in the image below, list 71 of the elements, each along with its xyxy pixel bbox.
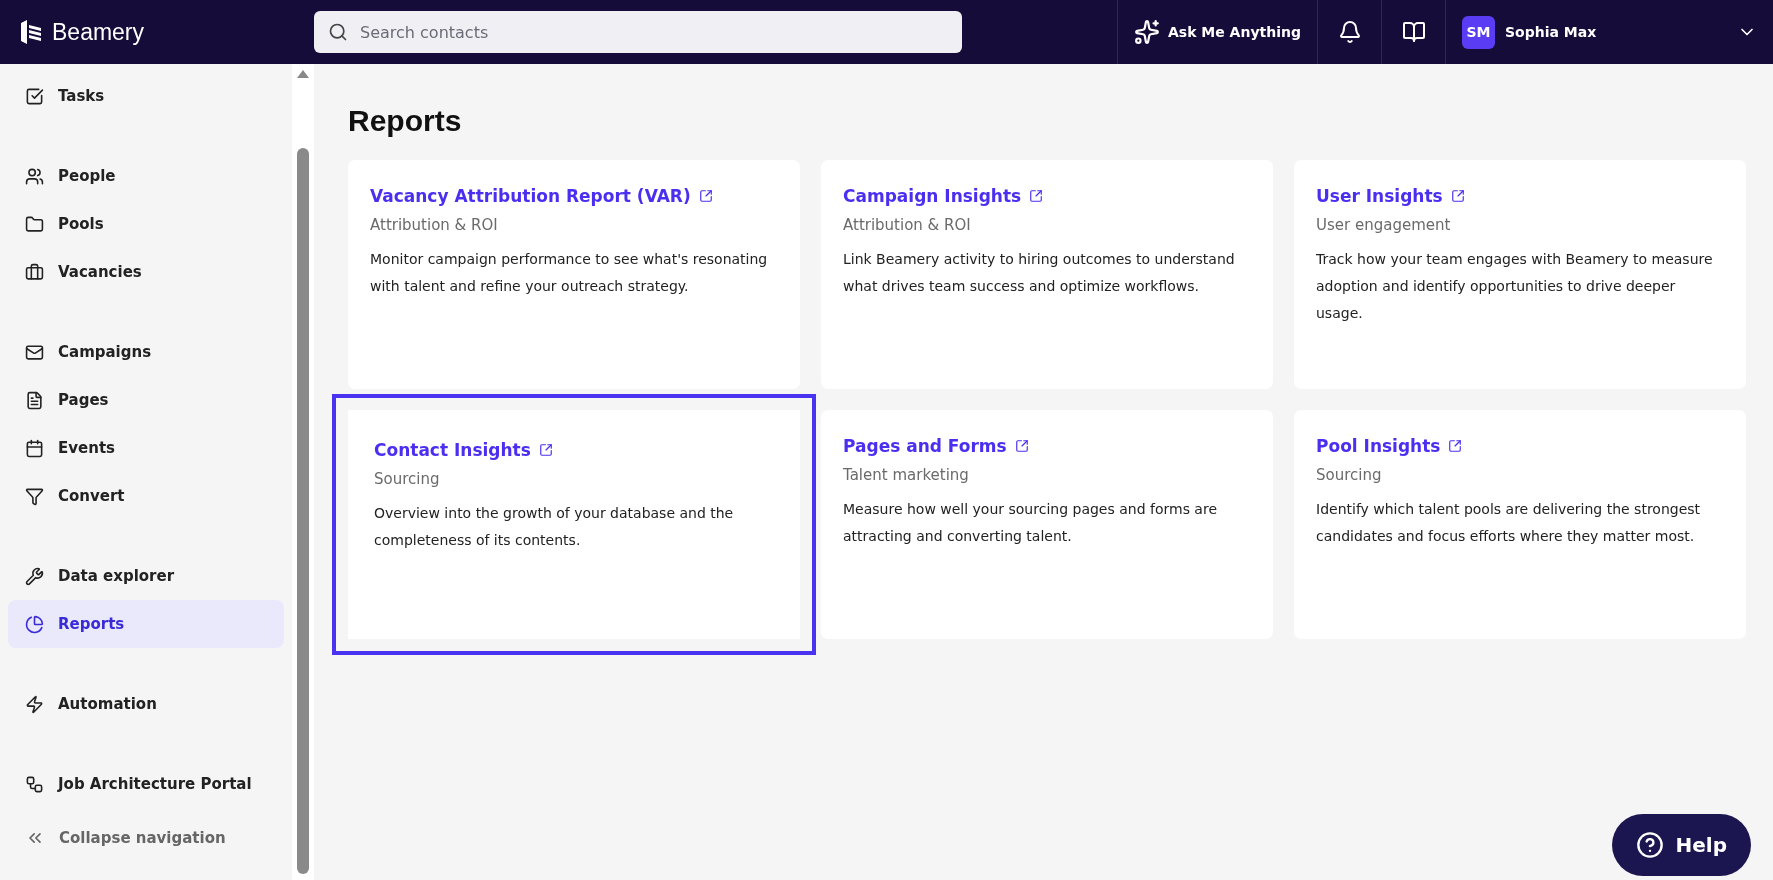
report-category: Attribution & ROI bbox=[370, 216, 499, 234]
search-field[interactable]: Search contacts bbox=[314, 11, 962, 53]
report-title: Vacancy Attribution Report (VAR) bbox=[370, 186, 713, 206]
report-description: Track how your team engages with Beamery to measure adoption and identify opportunities to drive deeper usage. bbox=[1316, 250, 1714, 323]
report-card[interactable]: Pages and Forms Talent marketing Measure how well your sourcing pages and forms are attracting and converting talent. bbox=[821, 410, 1273, 639]
nav-item[interactable]: Convert bbox=[8, 472, 284, 520]
nav-icon bbox=[25, 214, 44, 234]
report-title: Campaign Insights bbox=[843, 186, 1044, 206]
nav-icon bbox=[25, 342, 44, 362]
nav-item[interactable]: People bbox=[8, 152, 284, 200]
scroll-up-icon bbox=[297, 70, 309, 78]
report-card[interactable]: Vacancy Attribution Report (VAR) Attribution & ROI Monitor campaign performance to see what's resonating with talent and refine your outreach strategy. bbox=[348, 160, 800, 389]
logo-icon bbox=[18, 19, 44, 45]
nav-icon bbox=[25, 774, 44, 794]
report-category: Attribution & ROI bbox=[843, 216, 972, 234]
nav-item[interactable]: Pools bbox=[8, 200, 284, 248]
report-card[interactable]: Pool Insights Sourcing Identify which talent pools are delivering the strongest candidates and focus efforts where they matter most. bbox=[1294, 410, 1746, 639]
help-button[interactable]: Help bbox=[1611, 814, 1751, 876]
report-card[interactable]: User Insights User engagement Track how your team engages with Beamery to measure adoption and identify opportunities to drive deeper usage. bbox=[1294, 160, 1746, 389]
report-description: Monitor campaign performance to see what's resonating with talent and refine your outreach strategy. bbox=[370, 250, 769, 296]
report-description: Measure how well your sourcing pages and forms are attracting and converting talent. bbox=[843, 500, 1218, 546]
report-card[interactable]: Contact Insights Sourcing Overview into the growth of your database and the completeness of its contents. bbox=[332, 394, 816, 655]
report-category: Sourcing bbox=[374, 470, 441, 488]
bell-icon bbox=[1337, 20, 1362, 44]
external-link-icon bbox=[1450, 189, 1465, 203]
report-title: User Insights bbox=[1316, 186, 1465, 206]
nav-icon bbox=[25, 166, 44, 186]
report-category: Sourcing bbox=[1316, 466, 1383, 484]
user-menu[interactable]: SM Sophia Max bbox=[1445, 0, 1773, 64]
sparkle-icon bbox=[1133, 19, 1160, 45]
nav-item[interactable]: Job Architecture Portal bbox=[8, 760, 284, 808]
search-input[interactable]: Search contacts bbox=[358, 21, 948, 43]
external-link-icon bbox=[1014, 439, 1029, 453]
search-icon bbox=[328, 22, 348, 42]
ask-button[interactable]: Ask Me Anything bbox=[1116, 0, 1317, 64]
report-title: Pages and Forms bbox=[843, 436, 1029, 456]
nav-item[interactable]: Events bbox=[8, 424, 284, 472]
nav-icon bbox=[25, 438, 44, 458]
external-link-icon bbox=[1448, 439, 1463, 453]
nav-item[interactable]: Data explorer bbox=[8, 552, 284, 600]
nav-icon bbox=[25, 390, 44, 410]
report-title: Pool Insights bbox=[1316, 436, 1463, 456]
page-title: Reports bbox=[348, 104, 463, 138]
book-icon bbox=[1401, 20, 1426, 44]
report-description: Identify which talent pools are delivering the strongest candidates and focus efforts where they matter most. bbox=[1316, 500, 1702, 546]
user-name: Sophia Max bbox=[1505, 24, 1598, 40]
nav-icon bbox=[25, 566, 44, 586]
nav-item[interactable]: Vacancies bbox=[8, 248, 284, 296]
nav-icon bbox=[25, 262, 44, 282]
nav-icon bbox=[25, 86, 44, 106]
external-link-icon bbox=[698, 189, 713, 203]
brand-name: Beamery bbox=[52, 18, 145, 46]
report-card[interactable]: Campaign Insights Attribution & ROI Link Beamery activity to hiring outcomes to understand what drives team success and optimize workflows. bbox=[821, 160, 1273, 389]
nav-item[interactable]: Campaigns bbox=[8, 328, 284, 376]
external-link-icon bbox=[1029, 189, 1044, 203]
nav-item[interactable]: Reports bbox=[8, 600, 284, 648]
nav-item[interactable]: Tasks bbox=[8, 72, 284, 120]
nav-icon bbox=[25, 694, 44, 714]
report-category: User engagement bbox=[1316, 216, 1452, 234]
nav-icon bbox=[25, 614, 44, 634]
help-icon bbox=[1635, 831, 1664, 859]
user-avatar: SM bbox=[1462, 15, 1495, 49]
report-description: Overview into the growth of your database and the completeness of its contents. bbox=[374, 504, 735, 550]
external-link-icon bbox=[538, 443, 553, 457]
nav-item[interactable]: Pages bbox=[8, 376, 284, 424]
nav-icon bbox=[25, 486, 44, 506]
report-description: Link Beamery activity to hiring outcomes to understand what drives team success and optimize workflows. bbox=[843, 250, 1236, 296]
report-category: Talent marketing bbox=[843, 466, 970, 484]
collapse-navigation-link[interactable]: Collapse navigation bbox=[8, 816, 284, 860]
nav-item[interactable]: Automation bbox=[8, 680, 284, 728]
report-title: Contact Insights bbox=[374, 440, 553, 460]
